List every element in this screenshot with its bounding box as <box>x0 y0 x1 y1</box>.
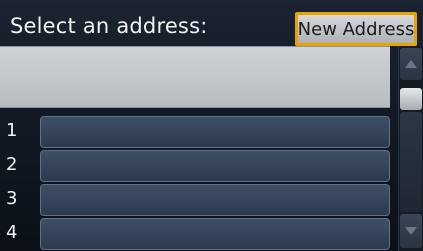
address-row-1[interactable]: 1 <box>0 116 395 148</box>
scroll-down-button[interactable] <box>400 214 422 248</box>
triangle-up-icon <box>405 60 417 68</box>
scroll-up-button[interactable] <box>400 48 422 80</box>
scrollbar[interactable] <box>398 46 423 251</box>
row-number: 2 <box>6 154 18 175</box>
scroll-thumb[interactable] <box>400 88 422 110</box>
new-address-button[interactable]: New Address <box>295 12 417 46</box>
row-number: 4 <box>6 222 18 243</box>
address-field[interactable] <box>40 116 390 148</box>
scroll-track[interactable] <box>400 112 422 212</box>
address-field[interactable] <box>40 150 390 182</box>
address-row-3[interactable]: 3 <box>0 184 395 216</box>
select-address-screen: Select an address: New Address 1 2 3 4 <box>0 0 423 251</box>
address-display-box <box>0 46 390 108</box>
triangle-down-icon <box>405 227 417 235</box>
row-number: 3 <box>6 188 18 209</box>
address-row-2[interactable]: 2 <box>0 150 395 182</box>
page-title: Select an address: <box>10 14 208 38</box>
address-field[interactable] <box>40 218 390 250</box>
address-field[interactable] <box>40 184 390 216</box>
address-row-4[interactable]: 4 <box>0 218 395 250</box>
row-number: 1 <box>6 120 18 141</box>
